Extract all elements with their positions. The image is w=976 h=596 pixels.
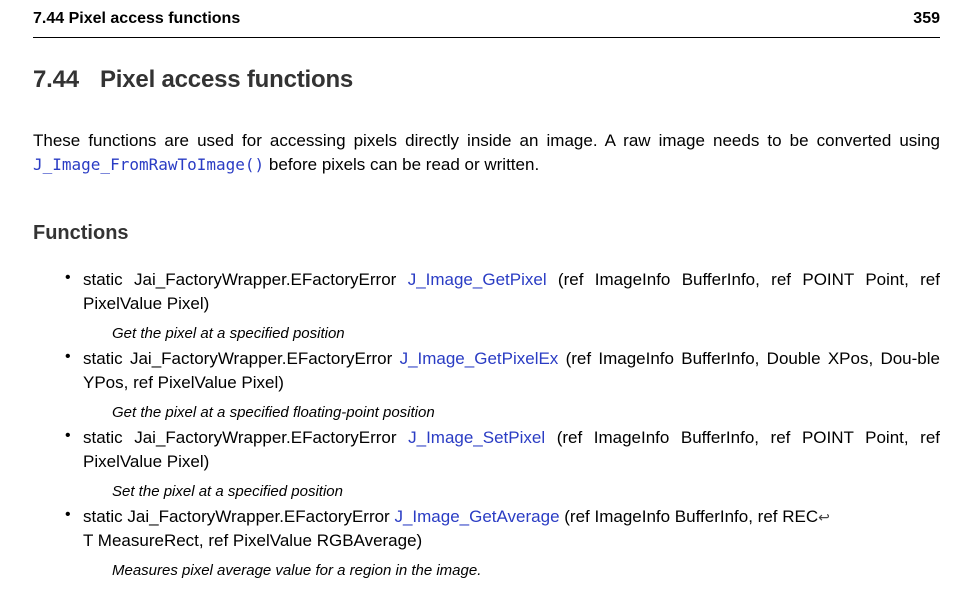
return-type: static Jai_FactoryWrapper.EFactoryError xyxy=(83,270,408,289)
section-title-text: Pixel access functions xyxy=(100,66,354,93)
function-params-continuation: T MeasureRect, ref PixelValue RGBAverage… xyxy=(83,531,423,550)
return-type: static Jai_FactoryWrapper.EFactoryError xyxy=(83,507,395,526)
bullet-icon: • xyxy=(65,269,71,286)
function-signature: static Jai_FactoryWrapper.EFactoryError … xyxy=(83,426,940,474)
set-pixel-link[interactable]: J_Image_SetPixel xyxy=(408,428,545,447)
function-params: (ref ImageInfo BufferInfo, ref REC xyxy=(559,507,819,526)
get-average-link[interactable]: J_Image_GetAverage xyxy=(394,507,559,526)
function-item-get-average: • static Jai_FactoryWrapper.EFactoryErro… xyxy=(60,505,940,581)
page-number: 359 xyxy=(913,10,940,27)
section-number: 7.44 xyxy=(33,66,79,93)
functions-list: • static Jai_FactoryWrapper.EFactoryErro… xyxy=(60,268,940,584)
running-header-title: 7.44 Pixel access functions xyxy=(33,10,241,27)
function-signature: static Jai_FactoryWrapper.EFactoryError … xyxy=(83,505,940,553)
function-description: Get the pixel at a specified floating-po… xyxy=(112,404,435,421)
get-pixel-link[interactable]: J_Image_GetPixel xyxy=(408,270,547,289)
return-type: static Jai_FactoryWrapper.EFactoryError xyxy=(83,428,409,447)
function-description: Measures pixel average value for a regio… xyxy=(112,562,482,579)
running-header: 7.44 Pixel access functions 359 xyxy=(33,10,940,38)
from-raw-to-image-link[interactable]: J_Image_FromRawToImage() xyxy=(33,155,264,174)
function-item-get-pixel: • static Jai_FactoryWrapper.EFactoryErro… xyxy=(60,268,940,344)
bullet-icon: • xyxy=(65,506,71,523)
intro-paragraph: These functions are used for accessing p… xyxy=(33,129,940,177)
function-description: Set the pixel at a specified position xyxy=(112,483,343,500)
intro-text-before: These functions are used for accessing p… xyxy=(33,131,940,150)
intro-text-after: before pixels can be read or written. xyxy=(264,155,540,174)
section-title: 7.44 Pixel access functions xyxy=(33,66,353,94)
get-pixel-ex-link[interactable]: J_Image_GetPixelEx xyxy=(400,349,559,368)
bullet-icon: • xyxy=(65,348,71,365)
function-signature: static Jai_FactoryWrapper.EFactoryError … xyxy=(83,268,940,316)
function-item-get-pixel-ex: • static Jai_FactoryWrapper.EFactoryErro… xyxy=(60,347,940,423)
return-arrow-icon: ↩ xyxy=(818,509,830,525)
function-item-set-pixel: • static Jai_FactoryWrapper.EFactoryErro… xyxy=(60,426,940,502)
function-description: Get the pixel at a specified position xyxy=(112,325,345,342)
bullet-icon: • xyxy=(65,427,71,444)
functions-heading: Functions xyxy=(33,222,129,244)
function-signature: static Jai_FactoryWrapper.EFactoryError … xyxy=(83,347,940,395)
return-type: static Jai_FactoryWrapper.EFactoryError xyxy=(83,349,400,368)
